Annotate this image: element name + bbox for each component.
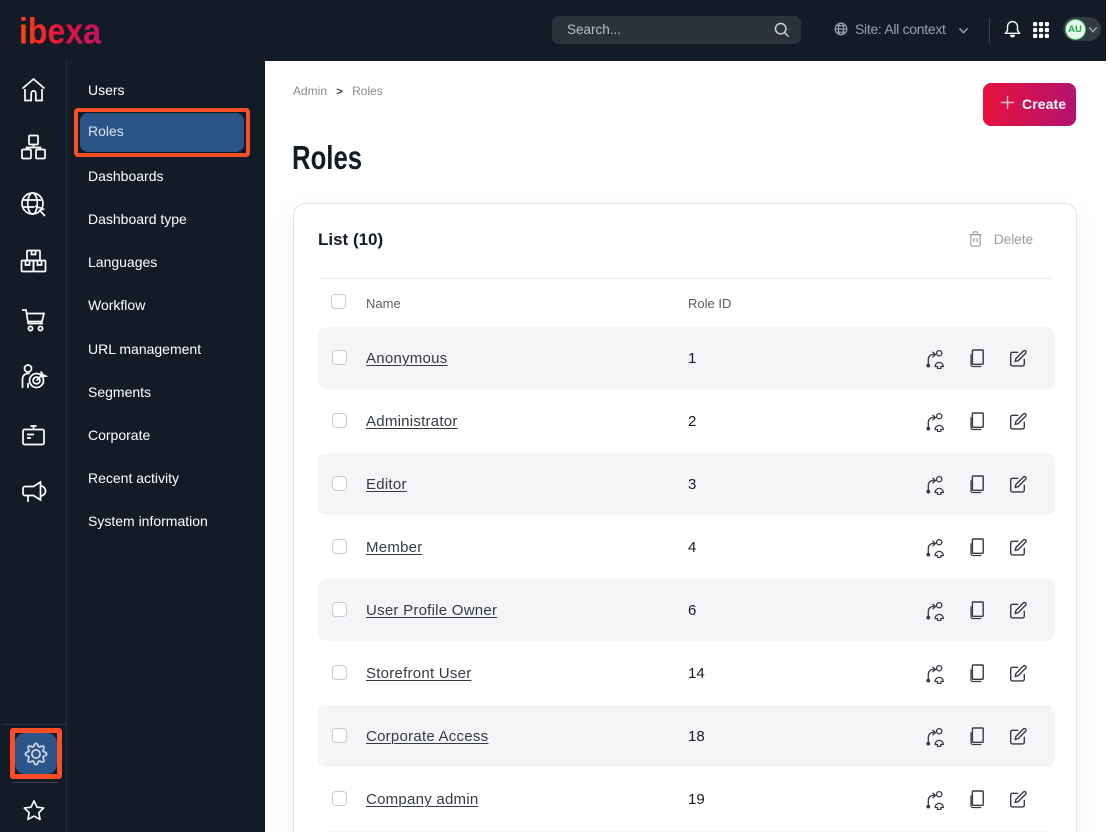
svg-text:ibexa: ibexa bbox=[19, 14, 102, 48]
